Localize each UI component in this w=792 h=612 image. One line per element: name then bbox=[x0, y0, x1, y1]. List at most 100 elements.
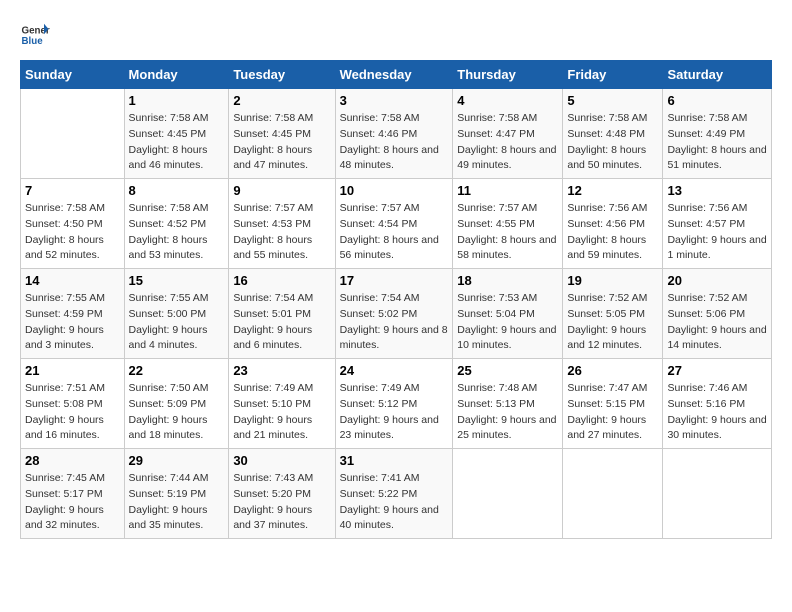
day-number: 6 bbox=[667, 93, 767, 108]
day-of-week-header: Saturday bbox=[663, 61, 772, 89]
calendar-cell: 26 Sunrise: 7:47 AMSunset: 5:15 PMDaylig… bbox=[563, 359, 663, 449]
cell-info: Sunrise: 7:58 AMSunset: 4:50 PMDaylight:… bbox=[25, 201, 120, 264]
cell-info: Sunrise: 7:46 AMSunset: 5:16 PMDaylight:… bbox=[667, 381, 767, 444]
calendar-cell: 2 Sunrise: 7:58 AMSunset: 4:45 PMDayligh… bbox=[229, 89, 335, 179]
day-number: 23 bbox=[233, 363, 330, 378]
day-number: 29 bbox=[129, 453, 225, 468]
day-number: 30 bbox=[233, 453, 330, 468]
calendar-cell: 6 Sunrise: 7:58 AMSunset: 4:49 PMDayligh… bbox=[663, 89, 772, 179]
day-number: 25 bbox=[457, 363, 558, 378]
calendar-cell: 21 Sunrise: 7:51 AMSunset: 5:08 PMDaylig… bbox=[21, 359, 125, 449]
calendar-week-row: 21 Sunrise: 7:51 AMSunset: 5:08 PMDaylig… bbox=[21, 359, 772, 449]
calendar-cell: 3 Sunrise: 7:58 AMSunset: 4:46 PMDayligh… bbox=[335, 89, 453, 179]
logo: General Blue bbox=[20, 20, 50, 50]
day-of-week-header: Friday bbox=[563, 61, 663, 89]
calendar-cell: 23 Sunrise: 7:49 AMSunset: 5:10 PMDaylig… bbox=[229, 359, 335, 449]
cell-info: Sunrise: 7:55 AMSunset: 5:00 PMDaylight:… bbox=[129, 291, 225, 354]
cell-info: Sunrise: 7:49 AMSunset: 5:10 PMDaylight:… bbox=[233, 381, 330, 444]
cell-info: Sunrise: 7:58 AMSunset: 4:48 PMDaylight:… bbox=[567, 111, 658, 174]
day-number: 26 bbox=[567, 363, 658, 378]
day-number: 20 bbox=[667, 273, 767, 288]
day-number: 15 bbox=[129, 273, 225, 288]
calendar-cell: 1 Sunrise: 7:58 AMSunset: 4:45 PMDayligh… bbox=[124, 89, 229, 179]
calendar-cell: 13 Sunrise: 7:56 AMSunset: 4:57 PMDaylig… bbox=[663, 179, 772, 269]
day-of-week-header: Thursday bbox=[453, 61, 563, 89]
calendar-cell: 27 Sunrise: 7:46 AMSunset: 5:16 PMDaylig… bbox=[663, 359, 772, 449]
svg-text:Blue: Blue bbox=[22, 36, 44, 47]
day-number: 16 bbox=[233, 273, 330, 288]
calendar-cell: 9 Sunrise: 7:57 AMSunset: 4:53 PMDayligh… bbox=[229, 179, 335, 269]
cell-info: Sunrise: 7:51 AMSunset: 5:08 PMDaylight:… bbox=[25, 381, 120, 444]
day-number: 12 bbox=[567, 183, 658, 198]
calendar-cell: 29 Sunrise: 7:44 AMSunset: 5:19 PMDaylig… bbox=[124, 449, 229, 539]
day-number: 22 bbox=[129, 363, 225, 378]
calendar-cell: 28 Sunrise: 7:45 AMSunset: 5:17 PMDaylig… bbox=[21, 449, 125, 539]
calendar-week-row: 1 Sunrise: 7:58 AMSunset: 4:45 PMDayligh… bbox=[21, 89, 772, 179]
cell-info: Sunrise: 7:56 AMSunset: 4:56 PMDaylight:… bbox=[567, 201, 658, 264]
day-number: 14 bbox=[25, 273, 120, 288]
calendar-cell: 12 Sunrise: 7:56 AMSunset: 4:56 PMDaylig… bbox=[563, 179, 663, 269]
calendar-cell bbox=[453, 449, 563, 539]
cell-info: Sunrise: 7:58 AMSunset: 4:52 PMDaylight:… bbox=[129, 201, 225, 264]
calendar-cell: 30 Sunrise: 7:43 AMSunset: 5:20 PMDaylig… bbox=[229, 449, 335, 539]
cell-info: Sunrise: 7:58 AMSunset: 4:45 PMDaylight:… bbox=[233, 111, 330, 174]
day-number: 7 bbox=[25, 183, 120, 198]
calendar-cell: 10 Sunrise: 7:57 AMSunset: 4:54 PMDaylig… bbox=[335, 179, 453, 269]
calendar-cell: 19 Sunrise: 7:52 AMSunset: 5:05 PMDaylig… bbox=[563, 269, 663, 359]
day-number: 21 bbox=[25, 363, 120, 378]
cell-info: Sunrise: 7:58 AMSunset: 4:47 PMDaylight:… bbox=[457, 111, 558, 174]
calendar-cell bbox=[663, 449, 772, 539]
day-number: 5 bbox=[567, 93, 658, 108]
cell-info: Sunrise: 7:41 AMSunset: 5:22 PMDaylight:… bbox=[340, 471, 449, 534]
day-number: 19 bbox=[567, 273, 658, 288]
day-number: 4 bbox=[457, 93, 558, 108]
day-number: 24 bbox=[340, 363, 449, 378]
day-number: 31 bbox=[340, 453, 449, 468]
calendar-header-row: SundayMondayTuesdayWednesdayThursdayFrid… bbox=[21, 61, 772, 89]
calendar-cell: 7 Sunrise: 7:58 AMSunset: 4:50 PMDayligh… bbox=[21, 179, 125, 269]
day-number: 3 bbox=[340, 93, 449, 108]
day-number: 28 bbox=[25, 453, 120, 468]
calendar-cell bbox=[21, 89, 125, 179]
cell-info: Sunrise: 7:58 AMSunset: 4:49 PMDaylight:… bbox=[667, 111, 767, 174]
day-number: 27 bbox=[667, 363, 767, 378]
cell-info: Sunrise: 7:52 AMSunset: 5:06 PMDaylight:… bbox=[667, 291, 767, 354]
calendar-cell bbox=[563, 449, 663, 539]
day-number: 8 bbox=[129, 183, 225, 198]
day-number: 13 bbox=[667, 183, 767, 198]
day-number: 9 bbox=[233, 183, 330, 198]
cell-info: Sunrise: 7:48 AMSunset: 5:13 PMDaylight:… bbox=[457, 381, 558, 444]
cell-info: Sunrise: 7:56 AMSunset: 4:57 PMDaylight:… bbox=[667, 201, 767, 264]
cell-info: Sunrise: 7:47 AMSunset: 5:15 PMDaylight:… bbox=[567, 381, 658, 444]
calendar-cell: 31 Sunrise: 7:41 AMSunset: 5:22 PMDaylig… bbox=[335, 449, 453, 539]
cell-info: Sunrise: 7:57 AMSunset: 4:53 PMDaylight:… bbox=[233, 201, 330, 264]
calendar-table: SundayMondayTuesdayWednesdayThursdayFrid… bbox=[20, 60, 772, 539]
cell-info: Sunrise: 7:50 AMSunset: 5:09 PMDaylight:… bbox=[129, 381, 225, 444]
cell-info: Sunrise: 7:57 AMSunset: 4:54 PMDaylight:… bbox=[340, 201, 449, 264]
day-of-week-header: Monday bbox=[124, 61, 229, 89]
cell-info: Sunrise: 7:44 AMSunset: 5:19 PMDaylight:… bbox=[129, 471, 225, 534]
calendar-week-row: 7 Sunrise: 7:58 AMSunset: 4:50 PMDayligh… bbox=[21, 179, 772, 269]
cell-info: Sunrise: 7:54 AMSunset: 5:02 PMDaylight:… bbox=[340, 291, 449, 354]
day-of-week-header: Sunday bbox=[21, 61, 125, 89]
day-number: 2 bbox=[233, 93, 330, 108]
calendar-cell: 22 Sunrise: 7:50 AMSunset: 5:09 PMDaylig… bbox=[124, 359, 229, 449]
cell-info: Sunrise: 7:52 AMSunset: 5:05 PMDaylight:… bbox=[567, 291, 658, 354]
calendar-cell: 8 Sunrise: 7:58 AMSunset: 4:52 PMDayligh… bbox=[124, 179, 229, 269]
calendar-cell: 24 Sunrise: 7:49 AMSunset: 5:12 PMDaylig… bbox=[335, 359, 453, 449]
calendar-cell: 20 Sunrise: 7:52 AMSunset: 5:06 PMDaylig… bbox=[663, 269, 772, 359]
calendar-cell: 11 Sunrise: 7:57 AMSunset: 4:55 PMDaylig… bbox=[453, 179, 563, 269]
day-number: 1 bbox=[129, 93, 225, 108]
calendar-cell: 15 Sunrise: 7:55 AMSunset: 5:00 PMDaylig… bbox=[124, 269, 229, 359]
calendar-cell: 18 Sunrise: 7:53 AMSunset: 5:04 PMDaylig… bbox=[453, 269, 563, 359]
cell-info: Sunrise: 7:45 AMSunset: 5:17 PMDaylight:… bbox=[25, 471, 120, 534]
calendar-week-row: 28 Sunrise: 7:45 AMSunset: 5:17 PMDaylig… bbox=[21, 449, 772, 539]
cell-info: Sunrise: 7:57 AMSunset: 4:55 PMDaylight:… bbox=[457, 201, 558, 264]
day-number: 17 bbox=[340, 273, 449, 288]
calendar-cell: 17 Sunrise: 7:54 AMSunset: 5:02 PMDaylig… bbox=[335, 269, 453, 359]
calendar-cell: 25 Sunrise: 7:48 AMSunset: 5:13 PMDaylig… bbox=[453, 359, 563, 449]
calendar-cell: 14 Sunrise: 7:55 AMSunset: 4:59 PMDaylig… bbox=[21, 269, 125, 359]
day-of-week-header: Tuesday bbox=[229, 61, 335, 89]
cell-info: Sunrise: 7:58 AMSunset: 4:45 PMDaylight:… bbox=[129, 111, 225, 174]
calendar-cell: 16 Sunrise: 7:54 AMSunset: 5:01 PMDaylig… bbox=[229, 269, 335, 359]
